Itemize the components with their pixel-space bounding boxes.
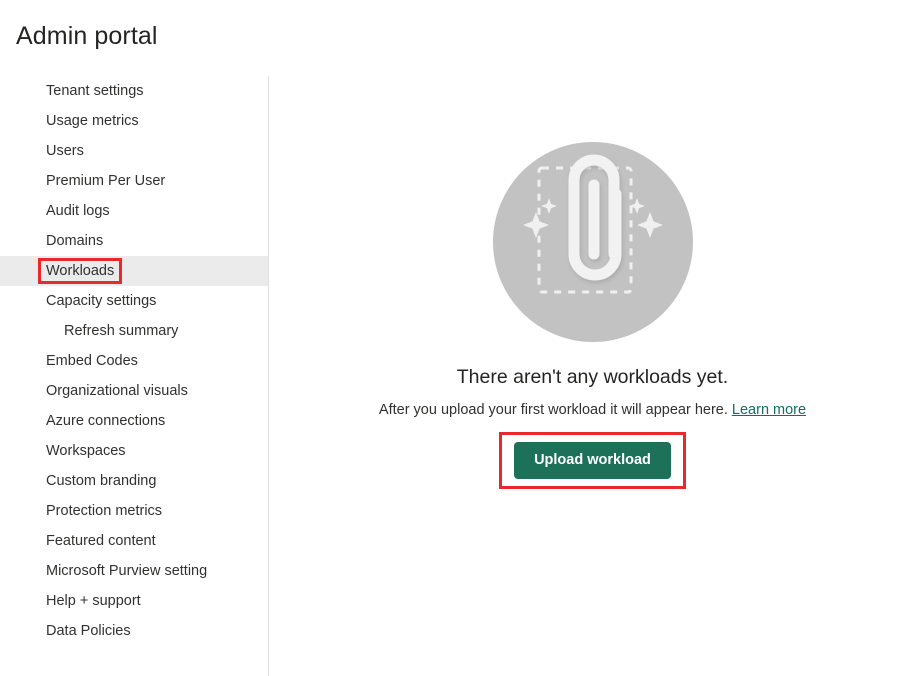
sidebar-item-label: Premium Per User <box>46 173 166 189</box>
sidebar-item-label: Featured content <box>46 533 156 549</box>
sidebar-item-label: Capacity settings <box>46 293 157 309</box>
sidebar-item-workspaces[interactable]: Workspaces <box>0 436 268 466</box>
sidebar-nav-list: Tenant settings Usage metrics Users Premium… <box>0 76 268 646</box>
sidebar-item-organizational-visuals[interactable]: Organizational visuals <box>0 376 268 406</box>
sidebar-item-data-policies[interactable]: Data Policies <box>0 616 268 646</box>
sidebar-item-label: Data Policies <box>46 623 131 639</box>
empty-state: There aren't any workloads yet. After yo… <box>270 76 915 489</box>
sidebar-item-refresh-summary[interactable]: Refresh summary <box>0 316 268 346</box>
sidebar-item-label: Usage metrics <box>46 113 139 129</box>
sidebar-item-featured-content[interactable]: Featured content <box>0 526 268 556</box>
sidebar-item-embed-codes[interactable]: Embed Codes <box>0 346 268 376</box>
sidebar-item-label: Microsoft Purview setting <box>46 563 208 579</box>
sidebar-item-tenant-settings[interactable]: Tenant settings <box>0 76 268 106</box>
sidebar-item-label: Custom branding <box>46 473 157 489</box>
sidebar-item-usage-metrics[interactable]: Usage metrics <box>0 106 268 136</box>
page-title: Admin portal <box>16 22 158 50</box>
sidebar-item-label: Tenant settings <box>46 83 144 99</box>
illustration-svg <box>492 142 693 342</box>
learn-more-link[interactable]: Learn more <box>732 402 806 418</box>
sidebar-item-users[interactable]: Users <box>0 136 268 166</box>
paperclip-upload-illustration <box>492 142 693 342</box>
content-area: Tenant settings Usage metrics Users Premium… <box>0 76 915 676</box>
sidebar-item-label: Refresh summary <box>64 323 179 339</box>
sidebar-item-label: Azure connections <box>46 413 166 429</box>
sidebar-item-label: Help + support <box>46 593 141 609</box>
sidebar-item-audit-logs[interactable]: Audit logs <box>0 196 268 226</box>
sidebar-item-premium-per-user[interactable]: Premium Per User <box>0 166 268 196</box>
main-content: There aren't any workloads yet. After yo… <box>270 76 915 676</box>
sidebar-item-help-support[interactable]: Help + support <box>0 586 268 616</box>
empty-state-title: There aren't any workloads yet. <box>456 366 729 388</box>
sidebar-item-protection-metrics[interactable]: Protection metrics <box>0 496 268 526</box>
sidebar-item-label: Workloads <box>37 256 123 286</box>
sidebar-item-label: Protection metrics <box>46 503 163 519</box>
sidebar-item-label: Users <box>46 143 84 159</box>
sidebar-navigation: Tenant settings Usage metrics Users Premium… <box>0 76 269 676</box>
sidebar-item-label: Embed Codes <box>46 353 138 369</box>
sidebar-item-azure-connections[interactable]: Azure connections <box>0 406 268 436</box>
sidebar-item-domains[interactable]: Domains <box>0 226 268 256</box>
empty-state-description-text: After you upload your first workload it … <box>378 402 728 418</box>
sidebar-item-workloads[interactable]: Workloads <box>0 256 268 286</box>
sidebar-item-label: Audit logs <box>46 203 110 219</box>
sidebar-item-label: Organizational visuals <box>46 383 188 399</box>
upload-workload-button[interactable]: Upload workload <box>514 442 671 479</box>
empty-state-description: After you upload your first workload it … <box>270 400 915 420</box>
upload-workload-button-wrapper: Upload workload <box>499 432 686 489</box>
sidebar-item-label: Workspaces <box>46 443 126 459</box>
sidebar-item-capacity-settings[interactable]: Capacity settings <box>0 286 268 316</box>
sidebar-item-label: Domains <box>46 233 104 249</box>
sidebar-item-custom-branding[interactable]: Custom branding <box>0 466 268 496</box>
sidebar-item-microsoft-purview-setting[interactable]: Microsoft Purview setting <box>0 556 268 586</box>
